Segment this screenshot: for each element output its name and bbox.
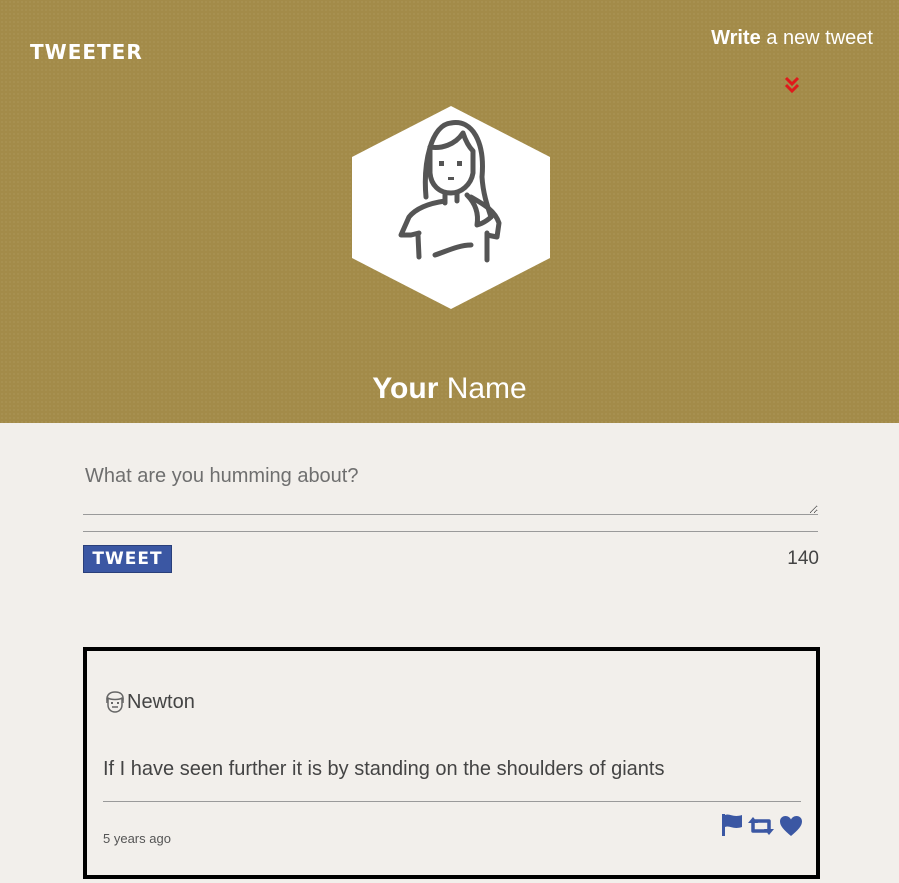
heart-icon[interactable] xyxy=(779,815,803,837)
man-avatar-icon xyxy=(106,691,124,713)
brand-logo[interactable]: TWEETER xyxy=(30,40,143,64)
compose-toggle-bold: Write xyxy=(711,27,761,49)
tweet-card: Newton If I have seen further it is by s… xyxy=(83,647,820,879)
tweet-timestamp: 5 years ago xyxy=(103,831,171,846)
profile-name-bold: Your xyxy=(372,372,439,405)
profile-header: TWEETER Write a new tweet Your Name xyxy=(0,0,899,423)
character-counter: 140 xyxy=(787,548,819,569)
page: TWEETER Write a new tweet Your Name What… xyxy=(0,0,899,883)
profile-name: Your Name xyxy=(0,372,899,406)
tweet-actions xyxy=(721,813,805,839)
profile-name-rest: Name xyxy=(438,372,527,405)
flag-icon[interactable] xyxy=(721,813,743,837)
compose-toggle-rest: a new tweet xyxy=(760,27,873,49)
tweet-divider xyxy=(103,801,801,802)
double-chevron-down-icon[interactable] xyxy=(784,76,800,94)
compose-divider xyxy=(83,531,818,532)
woman-avatar-icon xyxy=(352,106,550,309)
retweet-icon[interactable] xyxy=(747,815,775,837)
tweet-text: If I have seen further it is by standing… xyxy=(103,758,665,780)
tweet-author-handle[interactable]: Newton xyxy=(127,691,195,714)
tweet-compose-input[interactable] xyxy=(83,455,818,515)
tweet-submit-button[interactable]: TWEET xyxy=(83,545,172,573)
write-new-tweet-button[interactable]: Write a new tweet xyxy=(711,27,873,50)
